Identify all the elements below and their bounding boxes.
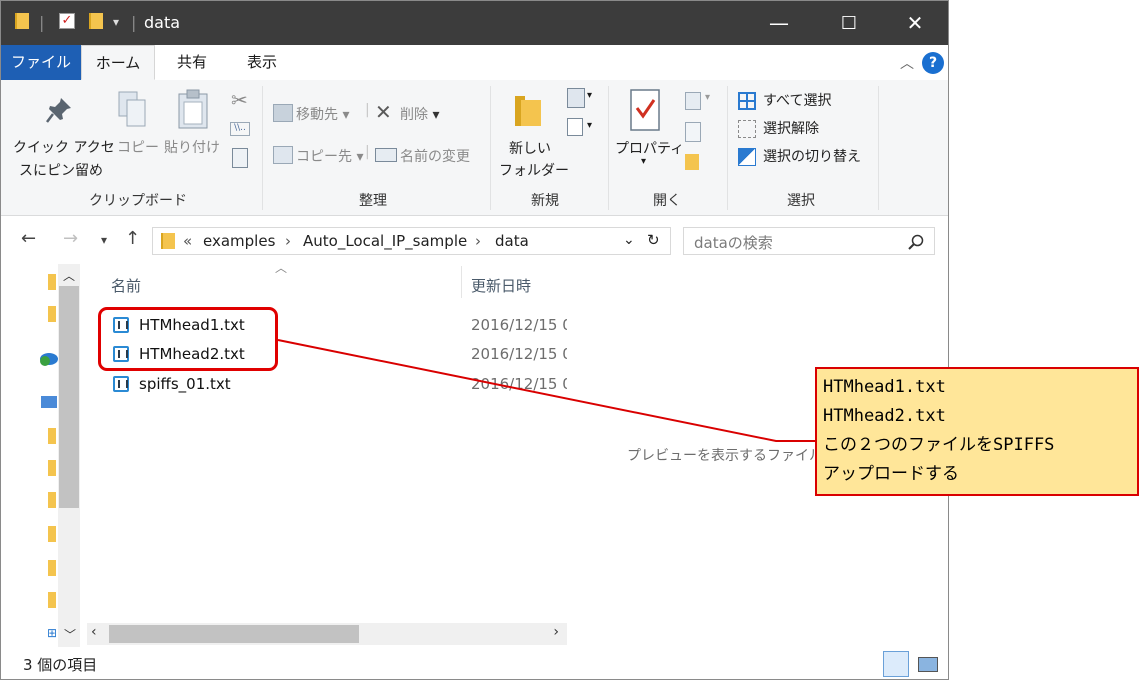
- callout-leader-line: [277, 339, 816, 442]
- annotation-line: HTMhead1.txt: [823, 377, 946, 397]
- annotation-line: HTMhead2.txt: [823, 406, 946, 426]
- annotation-line: アップロードする: [823, 464, 959, 484]
- annotation-line: この２つのファイルをSPIFFS: [823, 435, 1055, 455]
- annotation-callout: HTMhead1.txt HTMhead2.txt この２つのファイルをSPIF…: [815, 367, 1139, 496]
